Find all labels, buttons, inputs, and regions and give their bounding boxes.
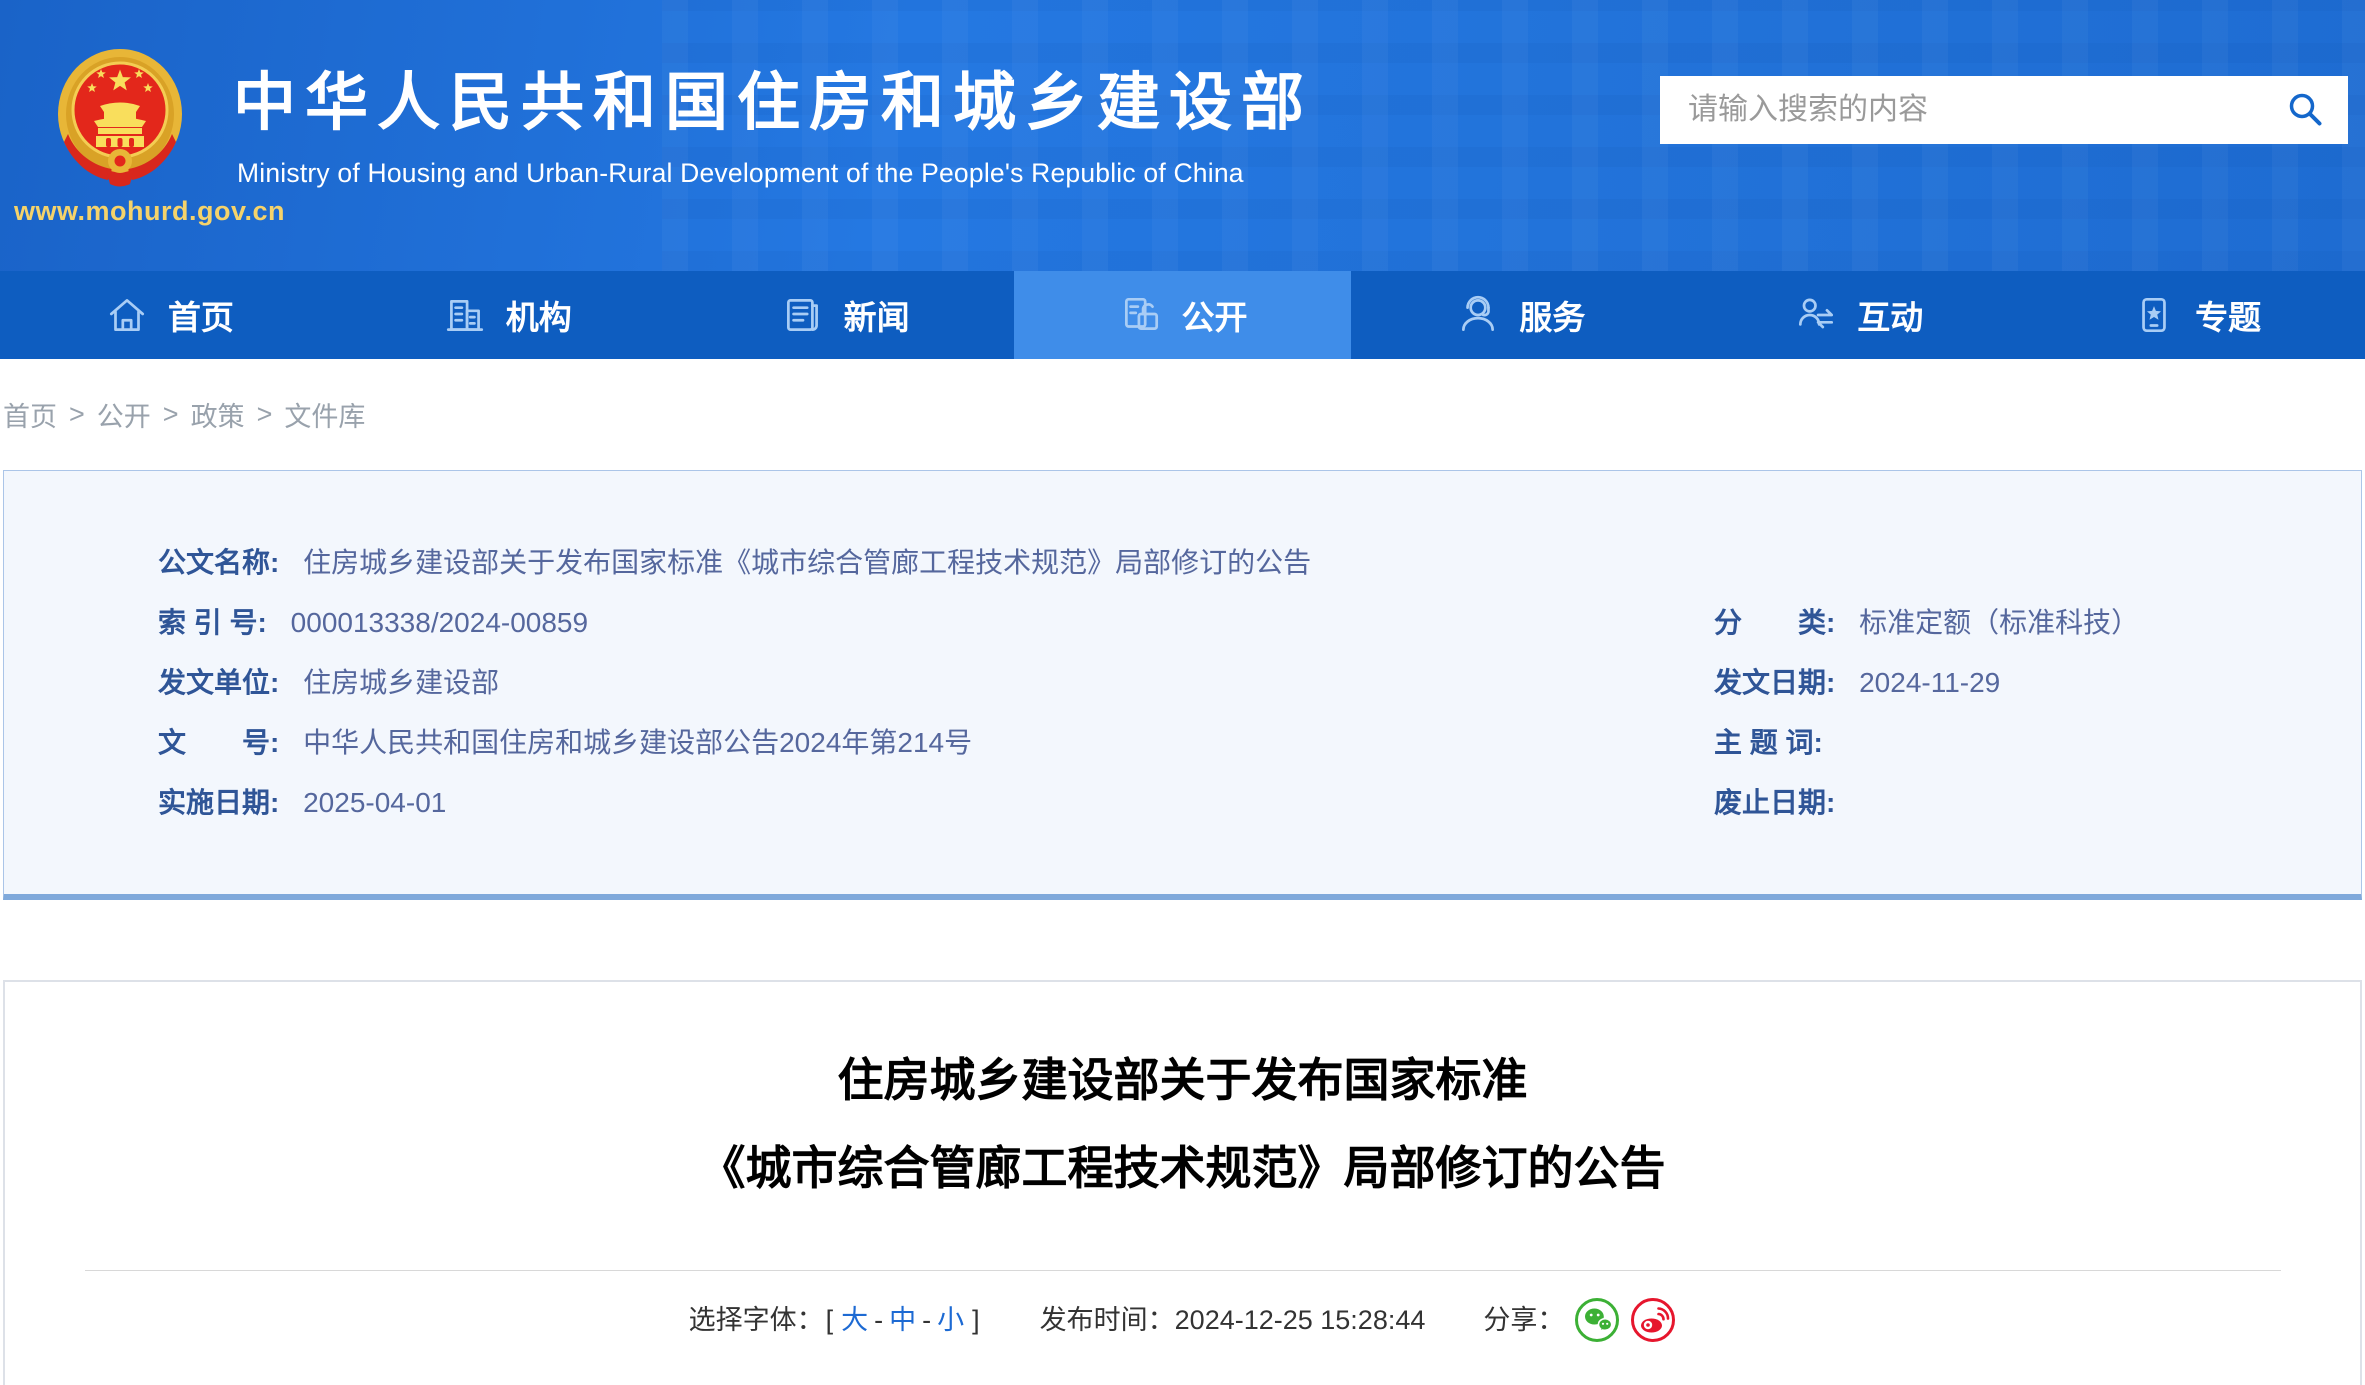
doc-repeal-date-label: 废止日期: <box>1714 787 1836 818</box>
nav-label: 首页 <box>167 299 234 336</box>
publish-time-label: 发布时间： <box>1039 1305 1175 1335</box>
doc-issue-date-row: 发文日期: 2024-11-29 <box>1714 653 2139 713</box>
publish-time: 发布时间： 2024-12-25 15:28:44 <box>1040 1297 1426 1343</box>
nav-label: 新闻 <box>843 299 910 336</box>
weibo-share-icon[interactable] <box>1630 1297 1676 1343</box>
article-title: 住房城乡建设部关于发布国家标准 《城市综合管廊工程技术规范》局部修订的公告 <box>5 1036 2360 1212</box>
font-size-selector: 选择字体： [ 大 - 中 - 小 ] <box>689 1297 982 1343</box>
document-lock-icon <box>1124 297 1158 330</box>
search-button[interactable] <box>2286 90 2326 130</box>
main-nav: 首页 机构 新闻 公开 服务 互动 专题 <box>0 271 2365 359</box>
article-title-line1: 住房城乡建设部关于发布国家标准 <box>837 1054 1528 1106</box>
doc-issue-date-value: 2024-11-29 <box>1859 667 2001 698</box>
nav-label: 服务 <box>1519 299 1586 336</box>
tablet-star-icon <box>2142 297 2166 333</box>
search-input[interactable] <box>1688 93 2286 127</box>
doc-index-value: 000013338/2024-00859 <box>290 607 589 638</box>
doc-category-value: 标准定额（标准科技） <box>1859 607 2140 638</box>
font-size-large-link[interactable]: 大 <box>841 1297 868 1343</box>
building-icon <box>446 300 483 331</box>
doc-number-value: 中华人民共和国住房和城乡建设部公告2024年第214号 <box>303 727 973 758</box>
doc-category-row: 分 类: 标准定额（标准科技） <box>1714 593 2139 653</box>
nav-tab-news[interactable]: 新闻 <box>676 271 1014 359</box>
breadcrumb-disclosure[interactable]: 公开 <box>97 395 151 434</box>
breadcrumb-document-library[interactable]: 文件库 <box>284 395 365 434</box>
doc-issuer-label: 发文单位: <box>158 667 280 698</box>
search-bar <box>1660 76 2348 144</box>
site-url: www.mohurd.gov.cn <box>14 196 285 226</box>
doc-issue-date-label: 发文日期: <box>1714 667 1836 698</box>
breadcrumb-policy[interactable]: 政策 <box>191 395 245 434</box>
breadcrumb-separator: > <box>162 399 179 429</box>
doc-effective-date-value: 2025-04-01 <box>303 787 447 818</box>
site-title-english: Ministry of Housing and Urban-Rural Deve… <box>237 158 1244 188</box>
newspaper-icon <box>786 299 818 331</box>
home-icon <box>109 299 144 331</box>
document-info-panel: 公文名称: 住房城乡建设部关于发布国家标准《城市综合管廊工程技术规范》局部修订的… <box>3 470 2362 900</box>
font-size-medium-link[interactable]: 中 <box>889 1297 916 1343</box>
breadcrumb-separator: > <box>256 399 273 429</box>
doc-name-row: 公文名称: 住房城乡建设部关于发布国家标准《城市综合管廊工程技术规范》局部修订的… <box>4 533 2361 593</box>
bracket-close: ] <box>972 1305 980 1335</box>
doc-effective-date-label: 实施日期: <box>158 787 280 818</box>
breadcrumb-home[interactable]: 首页 <box>3 395 57 434</box>
doc-category-label: 分 类: <box>1714 607 1836 638</box>
doc-issuer-value: 住房城乡建设部 <box>303 667 500 698</box>
nav-label: 专题 <box>2195 299 2262 336</box>
doc-info-right-column: 分 类: 标准定额（标准科技） 发文日期: 2024-11-29 主 题 词: … <box>1714 593 2139 833</box>
customer-service-icon <box>1462 295 1495 331</box>
doc-subject-label: 主 题 词: <box>1714 727 1823 758</box>
nav-tab-interaction[interactable]: 互动 <box>1689 271 2027 359</box>
article-meta-row: 选择字体： [ 大 - 中 - 小 ] 发布时间： 2024-12-25 15:… <box>5 1297 2360 1343</box>
share-label: 分享： <box>1483 1305 1565 1335</box>
font-size-small-link[interactable]: 小 <box>937 1297 964 1343</box>
font-size-dash: - <box>922 1305 932 1335</box>
doc-subject-row: 主 题 词: <box>1714 713 2139 773</box>
wechat-share-icon[interactable] <box>1574 1297 1620 1343</box>
nav-tab-topics[interactable]: 专题 <box>2027 271 2365 359</box>
font-size-label: 选择字体： <box>688 1305 824 1335</box>
doc-name-label: 公文名称: <box>158 547 280 578</box>
font-size-dash: - <box>874 1305 884 1335</box>
breadcrumb-separator: > <box>69 399 85 429</box>
title-divider <box>84 1270 2281 1271</box>
site-title: 中华人民共和国住房和城乡建设部 <box>233 68 1313 138</box>
nav-tab-services[interactable]: 服务 <box>1351 271 1689 359</box>
share-group: 分享： <box>1483 1297 1676 1343</box>
doc-name-value: 住房城乡建设部关于发布国家标准《城市综合管廊工程技术规范》局部修订的公告 <box>303 547 1312 578</box>
article-panel: 住房城乡建设部关于发布国家标准 《城市综合管廊工程技术规范》局部修订的公告 选择… <box>3 980 2362 1385</box>
nav-tab-organization[interactable]: 机构 <box>338 271 676 359</box>
publish-time-value: 2024-12-25 15:28:44 <box>1174 1305 1426 1335</box>
nav-tab-disclosure[interactable]: 公开 <box>1013 271 1352 359</box>
site-header: www.mohurd.gov.cn 中华人民共和国住房和城乡建设部 Minist… <box>0 0 2365 271</box>
nav-label: 互动 <box>1857 299 1924 336</box>
national-emblem-icon <box>58 49 182 187</box>
nav-label: 公开 <box>1181 299 1248 336</box>
person-arrows-icon <box>1799 298 1834 329</box>
doc-index-label: 索 引 号: <box>158 607 267 638</box>
doc-number-label: 文 号: <box>158 727 280 758</box>
breadcrumb: 首页 > 公开 > 政策 > 文件库 <box>0 359 2365 470</box>
bracket-open: [ <box>825 1305 834 1335</box>
nav-label: 机构 <box>505 299 572 336</box>
search-icon <box>2289 93 2322 126</box>
article-title-line2: 《城市综合管廊工程技术规范》局部修订的公告 <box>699 1142 1666 1194</box>
doc-repeal-date-row: 废止日期: <box>1714 773 2139 833</box>
nav-tab-home[interactable]: 首页 <box>0 271 338 359</box>
